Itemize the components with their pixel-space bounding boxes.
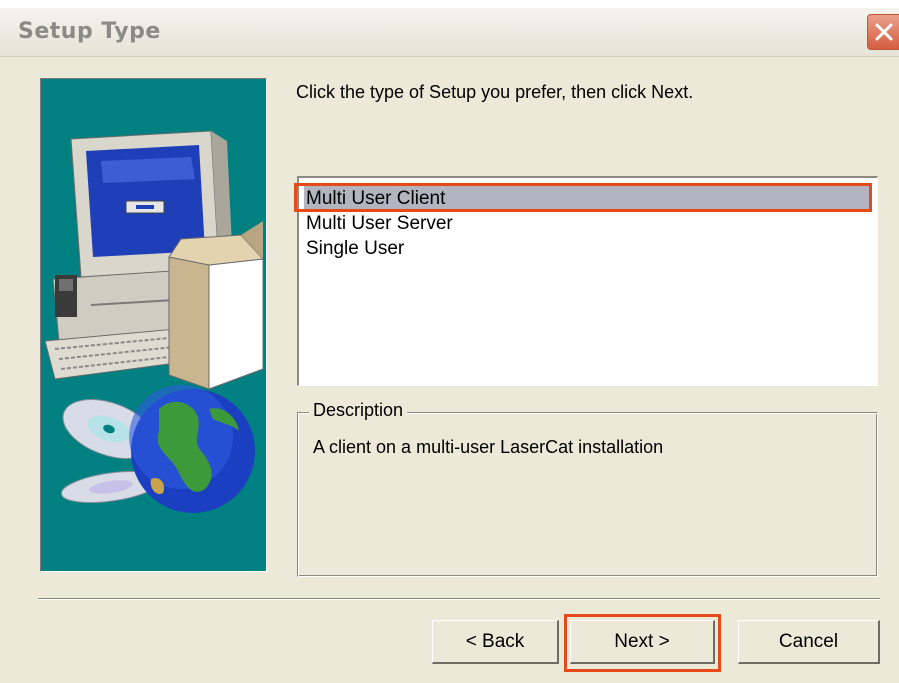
description-text: A client on a multi-user LaserCat instal… [313, 437, 664, 457]
window-title: Setup Type [18, 19, 161, 44]
list-item-multi-user-server[interactable]: Multi User Server [304, 211, 453, 236]
back-button[interactable]: < Back [432, 620, 559, 664]
title-bar: Setup Type [0, 8, 899, 57]
setup-prompt: Click the type of Setup you prefer, then… [296, 82, 694, 102]
software-box-icon [168, 221, 265, 390]
list-item-multi-user-client[interactable]: Multi User Client [304, 186, 871, 211]
close-button[interactable] [867, 14, 899, 50]
cancel-button[interactable]: Cancel [738, 620, 880, 664]
button-separator [38, 598, 880, 600]
setup-illustration [40, 78, 267, 572]
setup-type-listbox[interactable]: Multi User Client Multi User Server Sing… [297, 176, 878, 386]
close-icon [875, 23, 893, 41]
globe-icon [129, 385, 255, 513]
next-button[interactable]: Next > [570, 620, 715, 664]
list-item-single-user[interactable]: Single User [304, 236, 404, 261]
computer-globe-illustration [44, 130, 265, 513]
description-legend: Description [309, 400, 408, 421]
